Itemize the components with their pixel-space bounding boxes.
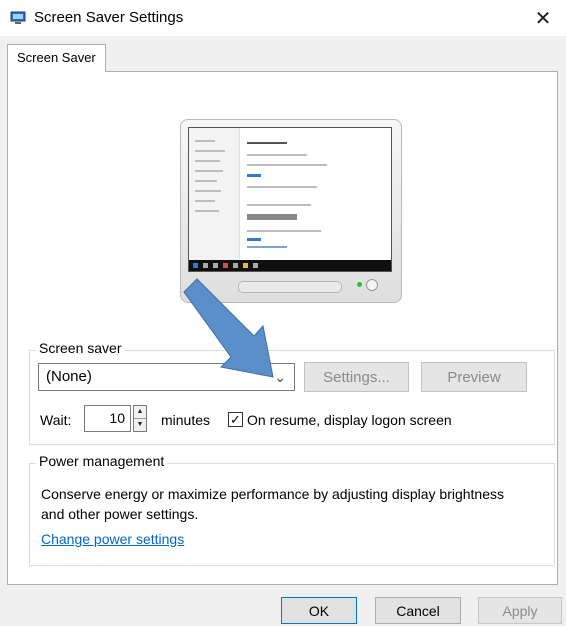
settings-button[interactable]: Settings... [304,362,409,392]
screen-saver-select[interactable]: (None) ⌄ [38,363,295,391]
preview-taskbar-icon [243,263,248,268]
change-power-settings-link[interactable]: Change power settings [41,531,184,547]
preview-sidebar [189,128,240,260]
preview-line [195,210,219,212]
wait-minutes-input[interactable]: 10 [84,405,131,432]
power-description: Conserve energy or maximize performance … [41,486,504,522]
power-knob-icon [366,279,378,291]
monitor-icon [10,11,26,24]
wait-label: Wait: [40,412,72,428]
preview-taskbar-icon [213,263,218,268]
spin-up-icon[interactable]: ▲ [134,406,146,419]
tab-screen-saver[interactable]: Screen Saver [7,44,106,72]
spin-down-icon[interactable]: ▼ [134,419,146,431]
logon-checkbox-label[interactable]: On resume, display logon screen [247,412,452,428]
window-title: Screen Saver Settings [34,9,184,26]
preview-line [195,170,223,172]
preview-line [247,154,307,156]
apply-button[interactable]: Apply [478,597,562,624]
screen-saver-group-label: Screen saver [36,340,125,356]
power-management-group-label: Power management [36,453,168,469]
preview-line [195,190,221,192]
checkmark-icon: ✓ [230,412,241,427]
preview-line [195,160,220,162]
preview-button[interactable]: Preview [421,362,527,392]
preview-screen [188,127,392,272]
preview-taskbar-icon [193,263,198,268]
preview-line [195,140,215,142]
title-bar: Screen Saver Settings ✕ [0,0,566,36]
ok-button[interactable]: OK [281,597,357,624]
minutes-label: minutes [161,412,211,428]
screen-saver-select-value: (None) [46,368,92,385]
preview-taskbar-icon [233,263,238,268]
preview-line [247,214,297,220]
preview-line [195,180,217,182]
preview-taskbar-icon [253,263,258,268]
preview-toggle [247,238,261,241]
preview-line [247,186,317,188]
close-button[interactable]: ✕ [520,0,566,36]
preview-line [247,142,287,144]
preview-line [247,204,311,206]
logon-checkbox[interactable]: ✓ [228,412,243,427]
monitor-stand-slot [238,281,342,293]
preview-line [247,230,321,232]
preview-line [195,200,215,202]
preview-toggle [247,174,261,177]
power-led-icon [357,282,362,287]
preview-taskbar-icon [203,263,208,268]
cancel-button[interactable]: Cancel [375,597,461,624]
chevron-down-icon: ⌄ [274,369,286,385]
preview-line [247,164,327,166]
close-icon: ✕ [534,7,552,30]
preview-taskbar-icon [223,263,228,268]
monitor-preview [180,119,402,303]
preview-line [195,150,225,152]
preview-line [247,246,287,248]
wait-spinner[interactable]: ▲ ▼ [133,405,147,432]
preview-taskbar [189,260,391,271]
